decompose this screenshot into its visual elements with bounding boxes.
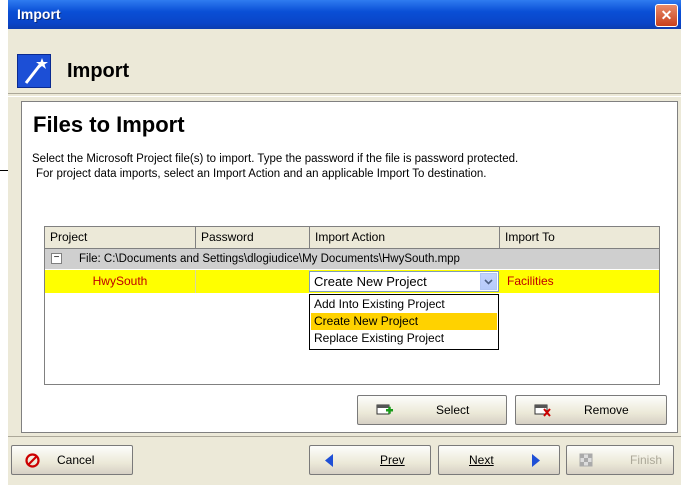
window-title: Import (17, 6, 61, 22)
wand-icon (17, 54, 51, 88)
instructions-line-2: For project data imports, select an Impo… (36, 168, 487, 180)
table-row[interactable]: HwySouth Create New Project Facilities (45, 270, 659, 293)
column-password[interactable]: Password (196, 227, 310, 248)
chevron-down-icon[interactable] (480, 273, 497, 290)
file-group-row: − File: C:\Documents and Settings\dlogiu… (45, 249, 659, 269)
close-button[interactable]: ✕ (655, 4, 678, 27)
add-file-icon (376, 403, 394, 420)
arrow-right-icon (531, 453, 541, 471)
footer-divider (8, 436, 681, 437)
select-label: Select (436, 403, 470, 417)
column-import-action[interactable]: Import Action (310, 227, 500, 248)
import-grid: Project Password Import Action Import To… (44, 226, 660, 385)
remove-button[interactable]: Remove (515, 395, 667, 425)
header-title: Import (67, 60, 130, 82)
file-path-label: File: C:\Documents and Settings\dlogiudi… (79, 253, 460, 265)
header-divider (8, 93, 681, 97)
section-title: Files to Import (33, 112, 185, 137)
finish-button: Finish (566, 445, 674, 475)
content-panel: Files to Import Select the Microsoft Pro… (21, 101, 678, 433)
finish-label: Finish (630, 453, 663, 467)
option-create-new[interactable]: Create New Project (311, 313, 497, 330)
instructions-line-1: Select the Microsoft Project file(s) to … (32, 153, 519, 165)
cancel-label: Cancel (57, 453, 95, 467)
cell-import-to[interactable]: Facilities (503, 270, 659, 293)
import-action-value: Create New Project (314, 274, 427, 289)
import-action-select[interactable]: Create New Project (309, 271, 499, 292)
instructions: Select the Microsoft Project file(s) to … (32, 152, 672, 182)
option-add-into-existing[interactable]: Add Into Existing Project (311, 296, 497, 313)
import-dialog: Import ✕ Import Files to Import Select t… (8, 0, 681, 485)
option-replace-existing[interactable]: Replace Existing Project (311, 330, 497, 347)
prev-label: Prev (380, 453, 405, 467)
prev-button[interactable]: Prev (309, 445, 431, 475)
cancel-icon (25, 453, 40, 471)
title-bar[interactable]: Import ✕ (8, 0, 681, 29)
dialog-header: Import (8, 29, 681, 93)
close-icon: ✕ (660, 7, 673, 23)
select-button[interactable]: Select (357, 395, 507, 425)
grid-header: Project Password Import Action Import To (45, 227, 659, 249)
next-label: Next (469, 453, 494, 467)
column-project[interactable]: Project (45, 227, 196, 248)
collapse-icon[interactable]: − (51, 253, 62, 264)
remove-file-icon (534, 403, 552, 420)
import-action-dropdown: Add Into Existing Project Create New Pro… (309, 294, 499, 350)
finish-flag-icon (579, 453, 593, 470)
cell-project[interactable]: HwySouth (45, 270, 196, 293)
arrow-left-icon (324, 453, 334, 471)
cell-password[interactable] (196, 270, 310, 293)
next-button[interactable]: Next (438, 445, 560, 475)
column-import-to[interactable]: Import To (500, 227, 659, 248)
remove-label: Remove (584, 403, 629, 417)
cancel-button[interactable]: Cancel (11, 445, 133, 475)
